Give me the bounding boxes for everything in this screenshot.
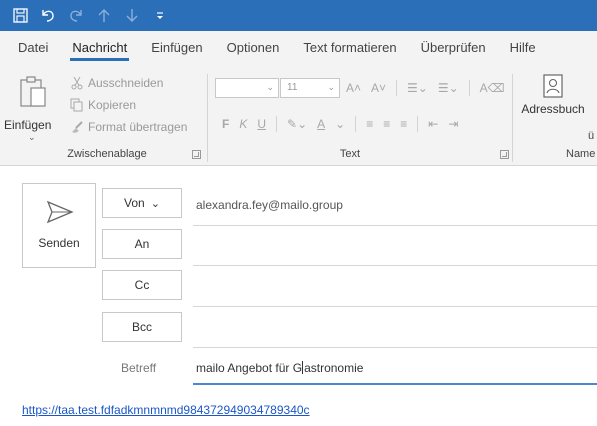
tab-nachricht[interactable]: Nachricht: [60, 31, 139, 64]
brush-icon: [72, 121, 83, 133]
decrease-indent-icon[interactable]: ⇤: [428, 117, 438, 131]
send-label: Senden: [38, 236, 80, 250]
increase-indent-icon[interactable]: ⇥: [448, 117, 458, 131]
copy-label: Kopieren: [88, 98, 137, 112]
arrow-down-icon[interactable]: [124, 8, 140, 24]
align-right-icon[interactable]: ≡: [400, 117, 407, 131]
underline-button[interactable]: U: [257, 117, 266, 131]
send-icon: [46, 200, 74, 224]
shrink-font-icon[interactable]: A˅: [371, 81, 386, 95]
from-label: Von: [124, 196, 145, 210]
subject-input[interactable]: mailo Angebot für Gastronomie: [196, 361, 363, 375]
save-icon[interactable]: [12, 8, 28, 24]
align-center-icon[interactable]: ≡: [383, 117, 390, 131]
clipboard-launcher-icon[interactable]: [192, 150, 201, 159]
to-field[interactable]: [193, 265, 597, 266]
bullets-icon[interactable]: ☰⌄: [407, 81, 428, 95]
cut-label: Ausschneiden: [88, 76, 164, 90]
bcc-label: Bcc: [131, 320, 152, 334]
from-value: alexandra.fey@mailo.group: [196, 198, 343, 212]
group-label-text: Text: [339, 148, 361, 160]
to-button[interactable]: An: [102, 229, 182, 259]
highlight-icon[interactable]: ✎⌄: [287, 117, 307, 131]
format-painter-label: Format übertragen: [88, 120, 188, 134]
chevron-down-icon: ⌄: [327, 82, 335, 92]
from-button[interactable]: Von ⌄: [102, 188, 182, 218]
address-book-icon: [543, 74, 563, 98]
tab-optionen[interactable]: Optionen: [215, 31, 292, 64]
format-painter-button[interactable]: Format übertragen: [70, 116, 187, 138]
paste-label: Einfügen: [4, 118, 52, 132]
tab-einfuegen[interactable]: Einfügen: [139, 31, 214, 64]
divider: [207, 74, 208, 162]
chevron-down-icon[interactable]: ⌄: [335, 117, 345, 131]
copy-button[interactable]: Kopieren: [70, 94, 187, 116]
text-cursor: [302, 361, 304, 374]
customize-qat-icon[interactable]: [152, 8, 168, 24]
cc-label: Cc: [134, 278, 150, 292]
paste-button[interactable]: Einfügen ⌄: [4, 72, 58, 144]
font-size-value: 11: [287, 82, 298, 93]
font-name-combo[interactable]: ⌄: [215, 78, 279, 98]
chevron-down-icon: ⌄: [150, 197, 160, 210]
font-size-combo[interactable]: 11 ⌄: [280, 78, 340, 98]
tab-hilfe[interactable]: Hilfe: [498, 31, 548, 64]
undo-icon[interactable]: [40, 8, 56, 24]
numbering-icon[interactable]: ☰⌄: [438, 81, 459, 95]
align-left-icon[interactable]: ≡: [366, 117, 373, 131]
ribbon-tabs: Datei Nachricht Einfügen Optionen Text f…: [0, 31, 597, 64]
body-link[interactable]: https://taa.test.fdfadkmnmnmd98437294903…: [22, 403, 310, 417]
font-color-icon[interactable]: A: [317, 117, 325, 131]
copy-icon: [70, 98, 83, 112]
group-label-clipboard: Zwischenablage: [67, 148, 147, 160]
scissors-icon: [71, 76, 83, 90]
send-button[interactable]: Senden: [22, 183, 96, 268]
clipboard-icon: [20, 76, 46, 107]
bcc-button[interactable]: Bcc: [102, 312, 182, 342]
cc-button[interactable]: Cc: [102, 270, 182, 300]
tab-datei[interactable]: Datei: [6, 31, 60, 64]
divider: [512, 74, 513, 162]
italic-button[interactable]: K: [239, 117, 247, 131]
to-label: An: [134, 237, 150, 251]
subject-label: Betreff: [121, 361, 157, 375]
divider: [193, 225, 597, 226]
subject-underline: [193, 383, 597, 385]
redo-icon[interactable]: [68, 8, 84, 24]
chevron-down-icon: ⌄: [266, 82, 274, 92]
chevron-down-icon[interactable]: ⌄: [28, 132, 36, 143]
address-book-label: Adressbuch: [521, 102, 585, 116]
grow-font-icon[interactable]: A˄: [346, 81, 361, 95]
subject-text-after: astronomie: [304, 361, 364, 375]
bold-button[interactable]: F: [222, 117, 229, 131]
text-launcher-icon[interactable]: [500, 150, 509, 159]
tab-text-formatieren[interactable]: Text formatieren: [291, 31, 408, 64]
bcc-field[interactable]: [193, 347, 597, 348]
address-book-button[interactable]: Adressbuch: [518, 74, 588, 116]
tab-ueberpruefen[interactable]: Überprüfen: [409, 31, 498, 64]
quick-access-toolbar: [0, 0, 597, 31]
clear-formatting-icon[interactable]: A⌫: [480, 81, 505, 95]
partial-label: ü: [588, 130, 595, 142]
group-label-names: Name: [566, 148, 596, 160]
arrow-up-icon[interactable]: [96, 8, 112, 24]
ribbon: Einfügen ⌄ Ausschneiden Kopieren Format …: [0, 64, 597, 166]
cc-field[interactable]: [193, 306, 597, 307]
subject-text-before: mailo Angebot für G: [196, 361, 303, 375]
cut-button[interactable]: Ausschneiden: [70, 72, 187, 94]
